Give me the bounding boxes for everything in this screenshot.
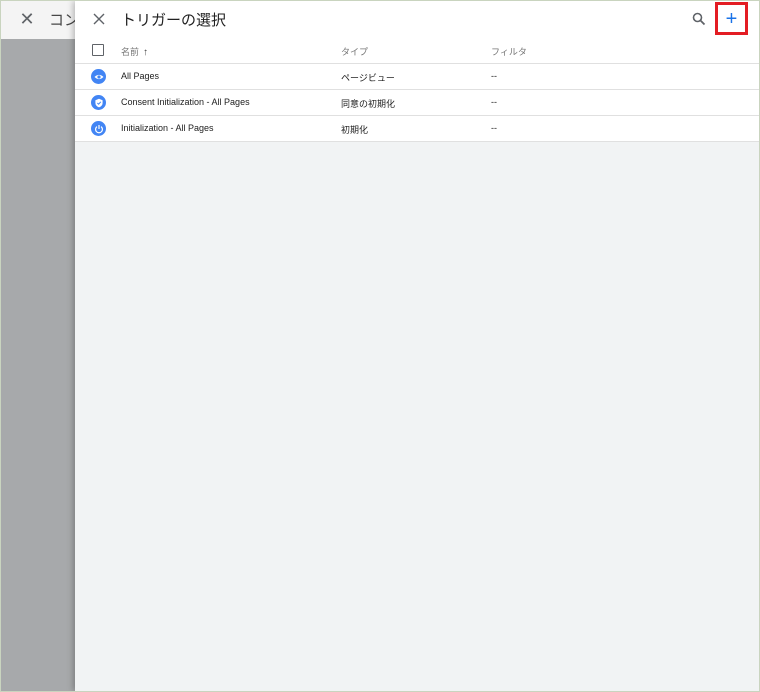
plus-icon: + [725, 7, 738, 30]
trigger-type: 初期化 [341, 125, 369, 135]
trigger-filter: -- [491, 71, 497, 81]
panel-header: トリガーの選択 + [75, 1, 759, 37]
app-window: ✕ コン トリガーの選択 + 名前 ↑ タイプ フィルタ All Pages ペ… [0, 0, 760, 692]
table-row[interactable]: All Pages ページビュー -- [75, 64, 759, 90]
column-header-name[interactable]: 名前 ↑ [121, 45, 148, 58]
power-icon [91, 121, 106, 136]
trigger-name: Consent Initialization - All Pages [121, 97, 250, 107]
sort-ascending-icon: ↑ [143, 47, 149, 58]
search-button[interactable] [689, 9, 709, 29]
column-name-label: 名前 [121, 47, 140, 57]
panel-title: トリガーの選択 [121, 12, 227, 29]
trigger-name: All Pages [121, 71, 160, 81]
trigger-name: Initialization - All Pages [121, 123, 214, 133]
column-header-type: タイプ [341, 47, 369, 57]
table-row[interactable]: Consent Initialization - All Pages 同意の初期… [75, 90, 759, 116]
search-icon [692, 12, 706, 26]
trigger-select-panel: トリガーの選択 + 名前 ↑ タイプ フィルタ All Pages ページビュー… [75, 1, 759, 691]
trigger-filter: -- [491, 123, 497, 133]
shield-icon [91, 95, 106, 110]
trigger-type: 同意の初期化 [341, 99, 396, 109]
trigger-type: ページビュー [341, 73, 395, 83]
close-button[interactable] [89, 9, 109, 29]
select-all-checkbox[interactable] [92, 44, 104, 56]
table-header: 名前 ↑ タイプ フィルタ [75, 37, 759, 64]
eye-icon [91, 69, 106, 84]
add-trigger-button[interactable]: + [715, 2, 748, 35]
trigger-filter: -- [491, 97, 497, 107]
table-row[interactable]: Initialization - All Pages 初期化 -- [75, 116, 759, 142]
column-header-filter: フィルタ [491, 47, 527, 57]
close-icon [93, 13, 105, 25]
trigger-table: 名前 ↑ タイプ フィルタ All Pages ページビュー -- Consen… [75, 37, 759, 142]
